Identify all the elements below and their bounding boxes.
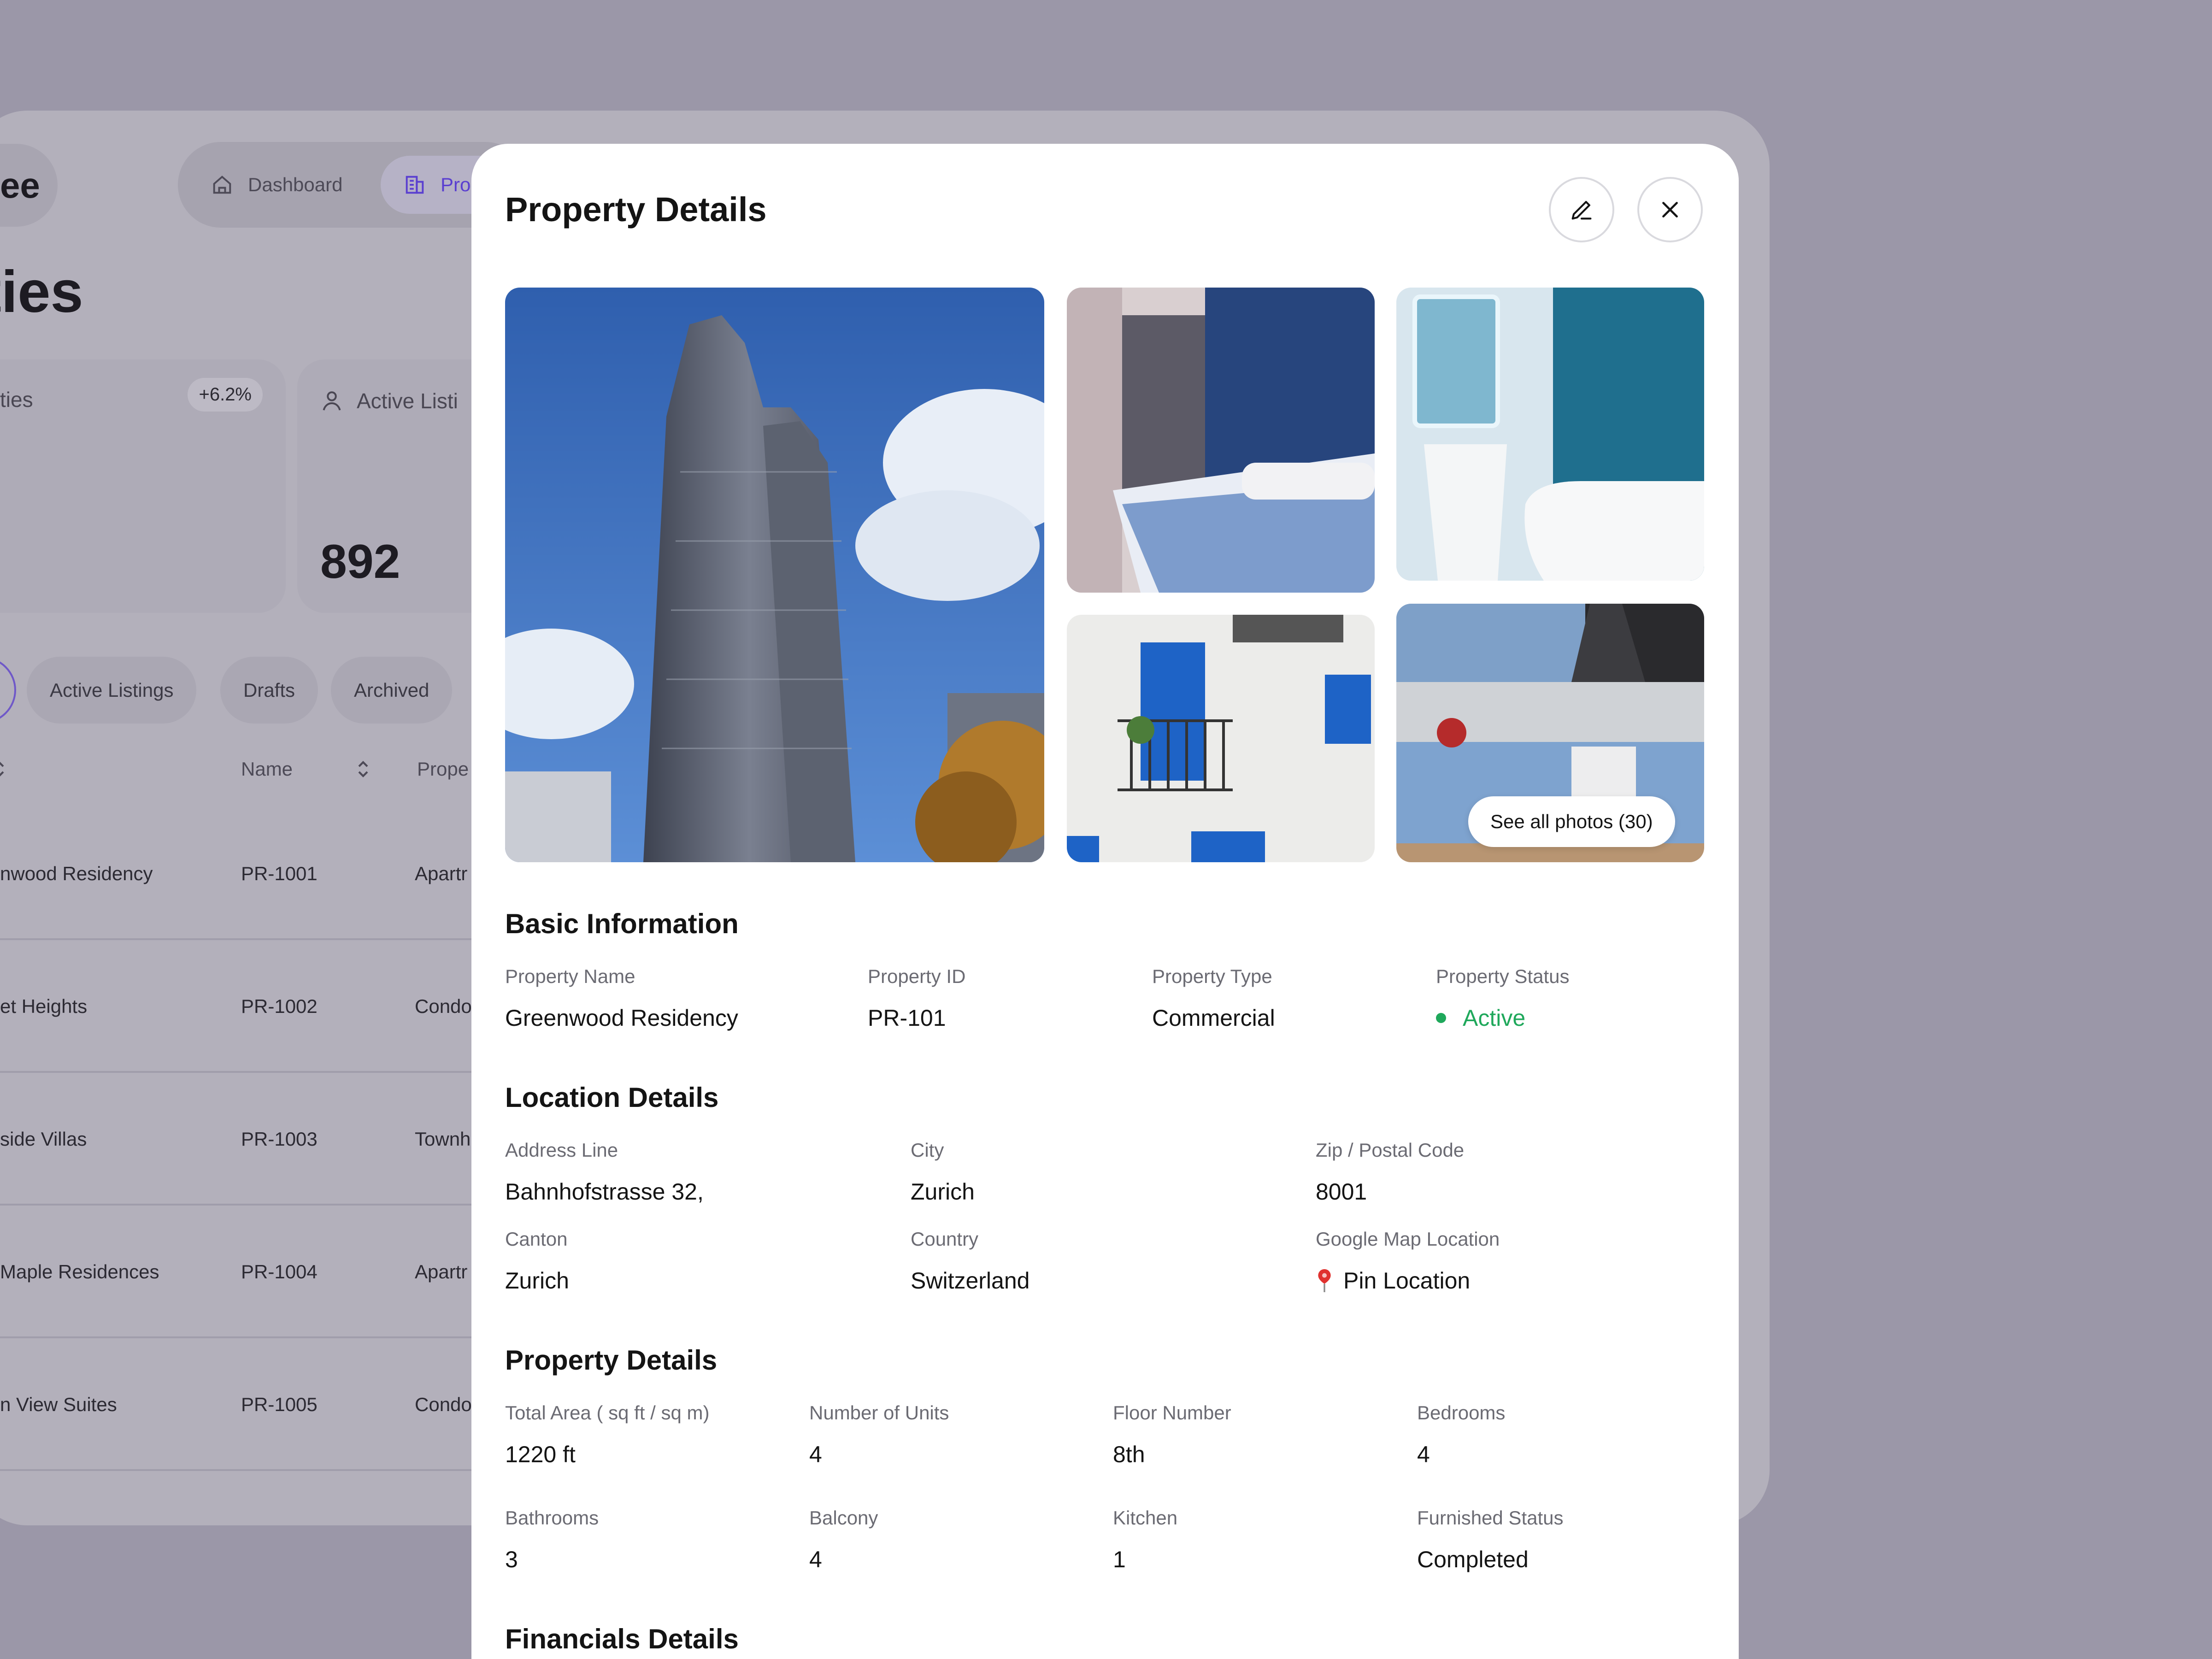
field-label: Canton <box>505 1228 568 1250</box>
field-label: Google Map Location <box>1316 1228 1500 1250</box>
bathrooms-value: 3 <box>505 1547 518 1572</box>
field-label: Property Status <box>1436 965 1570 987</box>
photo-balcony[interactable] <box>1067 615 1375 862</box>
balcony-value: 4 <box>809 1547 822 1572</box>
photo-bathroom[interactable] <box>1396 288 1704 581</box>
bedrooms-value: 4 <box>1417 1441 1430 1467</box>
growth-badge: +6.2% <box>188 378 263 412</box>
see-all-photos-button[interactable]: See all photos (30) <box>1468 796 1675 847</box>
row-name: nwood Residency <box>0 863 153 884</box>
modal-title: Property Details <box>505 190 767 229</box>
sort-icon[interactable] <box>0 758 7 780</box>
table-row[interactable]: Maple Residences PR-1004 Apartr <box>0 1206 516 1338</box>
property-type-value: Commercial <box>1152 1005 1275 1031</box>
row-type: Apartr <box>415 1261 468 1282</box>
field-label: Bathrooms <box>505 1507 599 1529</box>
stat-value: 892 <box>320 535 400 588</box>
row-id: PR-1005 <box>241 1394 318 1415</box>
field-label: City <box>911 1139 944 1161</box>
row-name: et Heights <box>0 995 88 1017</box>
page-title: ties <box>0 259 83 325</box>
table-header-name[interactable]: Name <box>241 758 293 780</box>
field-label: Total Area ( sq ft / sq m) <box>505 1402 710 1424</box>
nav-properties-label: Pro <box>441 174 471 195</box>
row-id: PR-1004 <box>241 1261 318 1282</box>
edit-button[interactable] <box>1549 177 1614 242</box>
section-details-title: Property Details <box>505 1345 718 1376</box>
city-value: Zurich <box>911 1179 975 1205</box>
map-pin-icon <box>1318 1269 1331 1292</box>
status-badge: Active <box>1436 1005 1525 1031</box>
section-basic-title: Basic Information <box>505 908 739 939</box>
field-label: Address Line <box>505 1139 618 1161</box>
table-header-property[interactable]: Prope <box>417 758 469 780</box>
total-area-value: 1220 ft <box>505 1441 576 1467</box>
table-row[interactable]: n View Suites PR-1005 Condo <box>0 1338 516 1471</box>
field-label: Property ID <box>868 965 966 987</box>
filter-drafts[interactable]: Drafts <box>220 657 318 724</box>
pin-location-link[interactable]: Pin Location <box>1316 1267 1470 1294</box>
nav-dashboard-label: Dashboard <box>248 174 343 195</box>
close-icon <box>1662 202 1678 218</box>
section-financials-title: Financials Details <box>505 1624 739 1654</box>
property-details-modal: Property Details See all photos (30) Bas… <box>471 144 1739 1659</box>
zip-value: 8001 <box>1316 1179 1367 1205</box>
filter-archived[interactable]: Archived <box>331 657 453 724</box>
field-label: Number of Units <box>809 1402 949 1424</box>
property-name-value: Greenwood Residency <box>505 1005 738 1031</box>
field-label: Property Type <box>1152 965 1272 987</box>
row-name: side Villas <box>0 1128 87 1150</box>
stat-label: ties <box>0 388 33 412</box>
pencil-icon <box>1571 201 1592 220</box>
row-type: Apartr <box>415 863 468 884</box>
table-row[interactable]: side Villas PR-1003 Townh <box>0 1073 516 1206</box>
field-label: Furnished Status <box>1417 1507 1564 1529</box>
row-type: Townh <box>415 1128 471 1150</box>
stat-card-total: ties +6.2% <box>0 359 286 613</box>
row-id: PR-1003 <box>241 1128 318 1150</box>
close-button[interactable] <box>1637 177 1703 242</box>
filter-active-listings[interactable]: Active Listings <box>27 657 197 724</box>
field-label: Bedrooms <box>1417 1402 1506 1424</box>
field-label: Country <box>911 1228 979 1250</box>
property-id-value: PR-101 <box>868 1005 946 1031</box>
field-label: Kitchen <box>1113 1507 1178 1529</box>
table-row[interactable]: nwood Residency PR-1001 Apartr <box>0 807 516 940</box>
nav-dashboard[interactable]: Dashboard <box>210 142 342 228</box>
sort-icon[interactable] <box>355 758 371 780</box>
country-value: Switzerland <box>911 1268 1030 1294</box>
listing-icon <box>323 391 341 411</box>
photo-building[interactable] <box>505 288 1044 862</box>
row-type: Condo <box>415 1394 472 1415</box>
status-dot-icon <box>1436 1013 1446 1023</box>
stat-label-active: Active Listi <box>318 387 458 415</box>
kitchen-value: 1 <box>1113 1547 1126 1572</box>
furnished-status-value: Completed <box>1417 1547 1529 1572</box>
photo-bedroom[interactable] <box>1067 288 1375 593</box>
floor-value: 8th <box>1113 1441 1145 1467</box>
section-location-title: Location Details <box>505 1082 719 1113</box>
units-value: 4 <box>809 1441 822 1467</box>
home-icon <box>213 176 231 194</box>
address-value: Bahnhofstrasse 32, <box>505 1179 704 1205</box>
row-id: PR-1001 <box>241 863 318 884</box>
row-type: Condo <box>415 995 472 1017</box>
field-label: Balcony <box>809 1507 878 1529</box>
field-label: Floor Number <box>1113 1402 1231 1424</box>
row-name: Maple Residences <box>0 1261 159 1282</box>
canton-value: Zurich <box>505 1268 569 1294</box>
row-id: PR-1002 <box>241 995 318 1017</box>
field-label: Zip / Postal Code <box>1316 1139 1465 1161</box>
field-label: Property Name <box>505 965 635 987</box>
building-icon <box>406 176 424 194</box>
table-row[interactable]: et Heights PR-1002 Condo <box>0 940 516 1073</box>
row-name: n View Suites <box>0 1394 117 1415</box>
